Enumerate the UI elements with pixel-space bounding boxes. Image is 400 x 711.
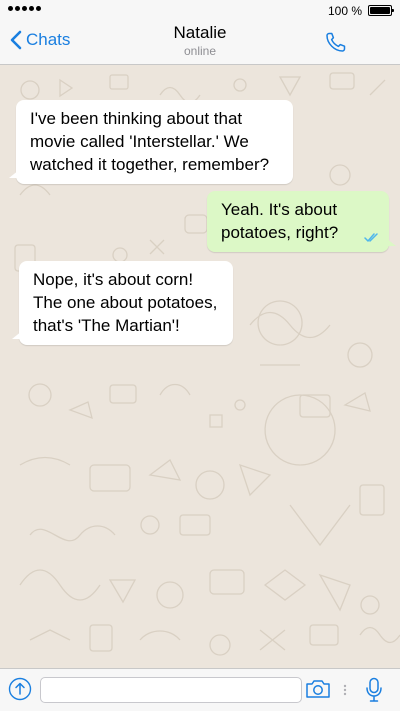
message-line: potatoes, right? — [221, 223, 339, 242]
camera-button[interactable] — [305, 679, 331, 704]
microphone-icon — [366, 677, 382, 702]
microphone-button[interactable] — [364, 677, 384, 708]
chat-header: Chats Natalie online — [0, 20, 400, 65]
message-line: movie called 'Interstellar.' We — [30, 132, 249, 151]
separator-dots-icon — [343, 684, 347, 696]
call-button[interactable] — [324, 30, 348, 59]
share-up-arrow-icon — [8, 677, 32, 701]
battery-icon — [368, 5, 394, 16]
message-bubble-incoming[interactable]: I've been thinking about that movie call… — [9, 100, 293, 184]
message-input-bar — [0, 668, 400, 711]
bubble-tail — [386, 238, 396, 246]
double-check-icon — [364, 233, 378, 242]
message-input[interactable] — [40, 677, 302, 703]
message-line: The one about potatoes, — [33, 293, 218, 312]
message-line: Yeah. It's about — [221, 200, 338, 219]
status-bar: 100 % — [0, 0, 400, 20]
message-bubble-outgoing[interactable]: Yeah. It's about potatoes, right? — [207, 191, 396, 252]
message-line: that's 'The Martian'! — [33, 316, 180, 335]
message-line: watched it together, remember? — [30, 155, 270, 174]
bubble-tail — [9, 170, 19, 178]
bubble-tail — [12, 331, 22, 339]
chat-area[interactable]: I've been thinking about that movie call… — [0, 65, 400, 668]
message-line: Nope, it's about corn! — [33, 270, 194, 289]
phone-icon — [326, 32, 346, 52]
chevron-left-icon — [10, 30, 22, 50]
message-bubble-incoming[interactable]: Nope, it's about corn! The one about pot… — [12, 261, 233, 345]
back-label: Chats — [26, 30, 71, 49]
camera-icon — [306, 680, 330, 698]
message-line: I've been thinking about that — [30, 109, 243, 128]
share-button[interactable] — [8, 677, 32, 706]
back-button[interactable]: Chats — [10, 30, 70, 50]
battery-percentage: 100 % — [327, 4, 362, 18]
signal-strength-icon — [8, 6, 41, 11]
